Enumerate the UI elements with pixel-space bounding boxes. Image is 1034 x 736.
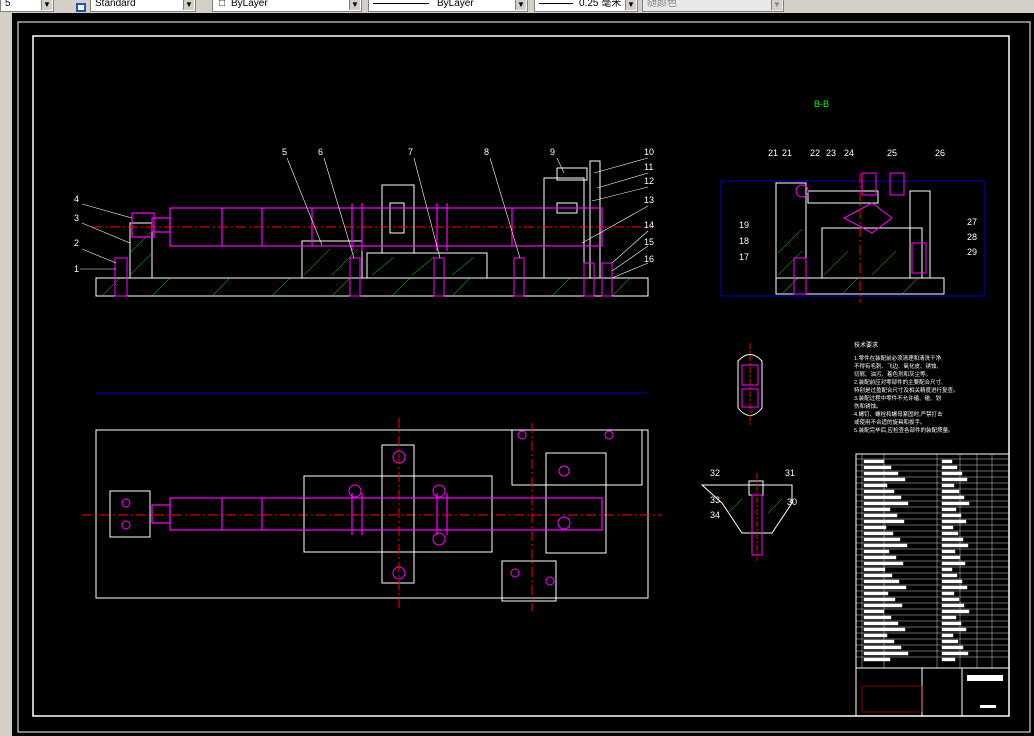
left-dropdown[interactable]: 5 ▼ — [0, 0, 54, 12]
part-label: 5 — [282, 147, 287, 157]
part-label: 10 — [644, 147, 654, 157]
tech-req-line: 1.零件在装配前必须清理和清洗干净, — [854, 354, 943, 362]
chevron-down-icon[interactable]: ▼ — [183, 0, 194, 10]
part-label: 24 — [844, 148, 854, 158]
layer-value: ByLayer — [231, 0, 268, 9]
part-label: 31 — [785, 468, 795, 478]
tech-req-title: 技术要求 — [854, 341, 878, 349]
part-label: 7 — [408, 147, 413, 157]
chevron-down-icon[interactable]: ▼ — [625, 0, 636, 10]
part-label: 15 — [644, 237, 654, 247]
layer-dropdown[interactable]: □ ByLayer ▼ — [212, 0, 362, 12]
part-label: 14 — [644, 220, 654, 230]
tech-req-line: 特别是过盈配合尺寸及相关精度进行复查。 — [854, 386, 959, 394]
chevron-down-icon[interactable]: ▼ — [349, 0, 360, 10]
lineweight-dropdown[interactable]: 0.25 毫米 ▼ — [534, 0, 638, 12]
section-view-bb: B-B 21 21 22 23 24 25 26 19 18 17 27 28 … — [720, 99, 986, 303]
part-label: 28 — [967, 232, 977, 242]
part-label: 29 — [967, 247, 977, 257]
part-label: 6 — [318, 147, 323, 157]
part-label: 19 — [739, 220, 749, 230]
part-label: 11 — [644, 162, 653, 172]
part-label: 22 — [810, 148, 820, 158]
text-style-icon[interactable] — [74, 0, 88, 12]
parts-list-table — [855, 453, 1010, 717]
part-label: 26 — [935, 148, 945, 158]
text-style-dropdown[interactable]: Standard ▼ — [90, 0, 196, 12]
plot-style-value: 随颜色 — [647, 0, 677, 9]
left-dropdown-value: 5 — [5, 0, 11, 9]
part-label: 17 — [739, 252, 749, 262]
technical-requirements: 技术要求 1.零件在装配前必须清理和清洗干净, 不得有毛刺、飞边、氧化皮、锈蚀、… — [854, 341, 959, 434]
linetype-value: ByLayer — [437, 0, 474, 9]
linetype-sample-icon — [373, 3, 429, 4]
linetype-dropdown[interactable]: ByLayer ▼ — [368, 0, 528, 12]
part-label: 27 — [967, 217, 977, 227]
tech-req-line: 3.装配过程中零件不允许磕、碰、划 — [854, 394, 941, 402]
part-label: 3 — [74, 213, 79, 223]
tech-req-line: 或使用不合适的旋具和扳手。 — [854, 418, 926, 426]
tech-req-line: 2.装配前应对零部件的主要配合尺寸, — [854, 378, 943, 386]
drawing-canvas[interactable]: 1 2 3 4 5 6 7 8 9 10 11 12 13 14 15 16 B… — [12, 13, 1034, 736]
part-label: 2 — [74, 238, 79, 248]
plot-style-dropdown[interactable]: 随颜色 ▼ — [642, 0, 784, 12]
part-label: 9 — [550, 147, 555, 157]
text-style-value: Standard — [95, 0, 136, 9]
part-label: 23 — [826, 148, 836, 158]
part-label: 21 — [782, 148, 792, 158]
front-view: 1 2 3 4 5 6 7 8 9 10 11 12 13 14 15 16 — [74, 147, 654, 297]
part-label: 1 — [74, 264, 79, 274]
tech-req-line: 切屑、油污、着色剂和灰尘等。 — [854, 370, 931, 378]
part-label: 13 — [644, 195, 654, 205]
part-label: 30 — [787, 497, 797, 507]
tech-req-line: 4.螺钉、螺栓和螺母紧固时,严禁打击 — [854, 410, 943, 418]
part-label: 4 — [74, 194, 79, 204]
tech-req-line: 5.装配完毕后,应检查各部件的装配质量。 — [854, 426, 954, 434]
properties-toolbar: 5 ▼ Standard ▼ □ ByLayer ▼ ByLayer ▼ 0.2… — [0, 0, 1034, 13]
part-label: 25 — [887, 148, 897, 158]
cad-drawing: 1 2 3 4 5 6 7 8 9 10 11 12 13 14 15 16 B… — [17, 21, 1031, 733]
chevron-down-icon[interactable]: ▼ — [771, 0, 782, 10]
detail-view-d: 32 31 33 30 34 — [700, 468, 797, 561]
part-label: 32 — [710, 468, 720, 478]
part-label: 18 — [739, 236, 749, 246]
chevron-down-icon[interactable]: ▼ — [515, 0, 526, 10]
part-label: 21 — [768, 148, 778, 158]
color-swatch-icon: □ — [219, 0, 226, 9]
part-label: 12 — [644, 176, 654, 186]
tech-req-line: 不得有毛刺、飞边、氧化皮、锈蚀、 — [854, 362, 942, 370]
tech-req-line: 伤和锈蚀。 — [854, 402, 882, 410]
top-view — [82, 392, 662, 611]
lineweight-value: 0.25 毫米 — [579, 0, 622, 9]
detail-view-c — [737, 343, 763, 425]
part-label: 34 — [710, 510, 720, 520]
part-label: 33 — [710, 495, 720, 505]
part-label: 8 — [484, 147, 489, 157]
section-title: B-B — [814, 99, 829, 109]
chevron-down-icon[interactable]: ▼ — [41, 0, 52, 10]
part-label: 16 — [644, 254, 654, 264]
lineweight-sample-icon — [539, 3, 573, 4]
